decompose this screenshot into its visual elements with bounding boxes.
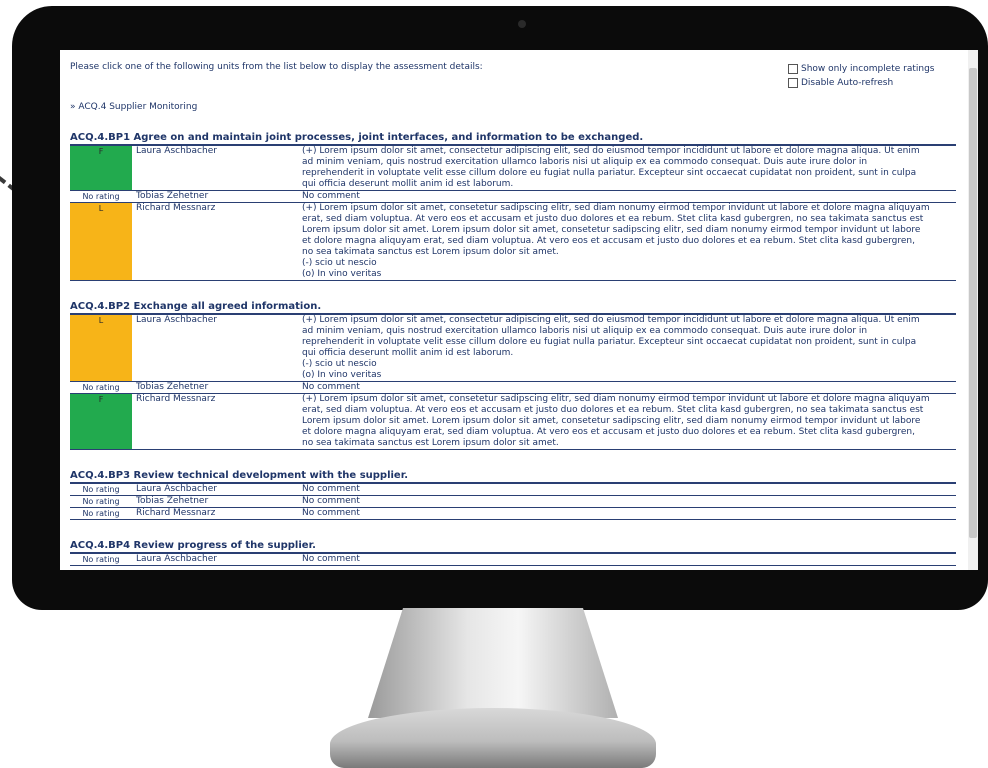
rating-badge: F — [70, 394, 132, 449]
assessor-name: Richard Messnarz — [136, 394, 216, 404]
assessor-name: Tobias Zehetner — [136, 382, 209, 392]
scrollbar[interactable] — [968, 50, 978, 570]
comment-line: No comment — [302, 191, 360, 201]
practice-section: ACQ.4.BP3 Review technical development w… — [70, 470, 956, 520]
camera-icon — [518, 20, 526, 28]
rating-badge: L — [70, 203, 132, 280]
breadcrumb: » ACQ.4 Supplier Monitoring — [70, 102, 197, 113]
rating-row: No rating Tobias Zehetner No comment — [70, 496, 956, 508]
checkbox-icon[interactable] — [788, 78, 798, 88]
comment-line: No comment — [302, 554, 360, 564]
comment-line: (+) Lorem ipsum dolor sit amet, consecte… — [302, 146, 920, 156]
practice-section: ACQ.4.BP4 Review progress of the supplie… — [70, 540, 956, 566]
comment-line: No comment — [302, 382, 360, 392]
sections: ACQ.4.BP1 Agree on and maintain joint pr… — [70, 132, 956, 570]
assessor-name: Laura Aschbacher — [136, 484, 217, 494]
comment-line: et dolore magna aliquyam erat, sed diam … — [302, 236, 915, 246]
assessment-page: Please click one of the following units … — [70, 50, 956, 570]
comment-line: erat, sed diam voluptua. At vero eos et … — [302, 214, 924, 224]
practice-title[interactable]: ACQ.4.BP2 Exchange all agreed informatio… — [70, 301, 956, 315]
assessor-name: Laura Aschbacher — [136, 554, 217, 564]
checkbox-icon[interactable] — [788, 64, 798, 74]
breadcrumb-chevron-icon: » — [70, 102, 76, 112]
assessment-comment: No comment — [302, 496, 956, 507]
option-incomplete[interactable]: Show only incomplete ratings — [788, 62, 935, 76]
option-label: Disable Auto-refresh — [801, 77, 894, 88]
rating-badge: No rating — [70, 191, 132, 202]
rating-row: No rating Tobias Zehetner No comment — [70, 191, 956, 203]
practice-title[interactable]: ACQ.4.BP1 Agree on and maintain joint pr… — [70, 132, 956, 146]
assessment-comment: (+) Lorem ipsum dolor sit amet, consetet… — [302, 394, 956, 449]
comment-line: Lorem ipsum dolor sit amet. Lorem ipsum … — [302, 225, 921, 235]
assessor-name: Tobias Zehetner — [136, 496, 209, 506]
practice-section: ACQ.4.BP2 Exchange all agreed informatio… — [70, 301, 956, 450]
comment-line: no sea takimata sanctus est Lorem ipsum … — [302, 438, 559, 448]
rating-row: L Laura Aschbacher (+) Lorem ipsum dolor s… — [70, 315, 956, 382]
practice-section: ACQ.4.BP1 Agree on and maintain joint pr… — [70, 132, 956, 281]
comment-line: (-) scio ut nescio — [302, 258, 377, 268]
rating-row: L Richard Messnarz (+) Lorem ipsum dolor s… — [70, 203, 956, 281]
assessment-comment: No comment — [302, 508, 956, 519]
rating-row: No rating Tobias Zehetner No comment — [70, 382, 956, 394]
rating-row: No rating Richard Messnarz No comment — [70, 508, 956, 520]
comment-line: (+) Lorem ipsum dolor sit amet, consetet… — [302, 203, 930, 213]
intro-text: Please click one of the following units … — [70, 62, 483, 72]
filter-options: Show only incomplete ratings Disable Aut… — [788, 62, 935, 90]
option-label: Show only incomplete ratings — [801, 63, 935, 74]
breadcrumb-link[interactable]: ACQ.4 Supplier Monitoring — [78, 102, 197, 112]
rating-badge: L — [70, 315, 132, 381]
practice-title[interactable]: ACQ.4.BP4 Review progress of the supplie… — [70, 540, 956, 554]
monitor-frame: Please click one of the following units … — [12, 6, 988, 610]
screen: Please click one of the following units … — [60, 50, 978, 570]
comment-line: erat, sed diam voluptua. At vero eos et … — [302, 405, 924, 415]
comment-line: ad minim veniam, quis nostrud exercitati… — [302, 157, 868, 167]
assessment-comment: (+) Lorem ipsum dolor sit amet, consecte… — [302, 146, 956, 190]
assessment-comment: No comment — [302, 484, 956, 495]
comment-line: reprehenderit in voluptate velit esse ci… — [302, 168, 917, 178]
rating-badge: No rating — [70, 508, 132, 519]
assessment-comment: No comment — [302, 382, 956, 393]
rating-badge: No rating — [70, 484, 132, 495]
comment-line: (o) In vino veritas — [302, 370, 382, 380]
assessment-comment: No comment — [302, 554, 956, 565]
assessor-name: Richard Messnarz — [136, 508, 216, 518]
rating-badge: No rating — [70, 554, 132, 565]
comment-line: qui officia deserunt mollit anim id est … — [302, 179, 514, 189]
comment-line: No comment — [302, 496, 360, 506]
monitor-stand-neck — [368, 608, 618, 718]
rating-row: No rating Laura Aschbacher No comment — [70, 554, 956, 566]
scroll-thumb[interactable] — [969, 68, 977, 538]
comment-line: no sea takimata sanctus est Lorem ipsum … — [302, 247, 559, 257]
rating-badge: F — [70, 146, 132, 190]
comment-line: qui officia deserunt mollit anim id est … — [302, 348, 514, 358]
comment-line: (+) Lorem ipsum dolor sit amet, consecte… — [302, 315, 920, 325]
assessor-name: Laura Aschbacher — [136, 146, 217, 156]
comment-line: (-) scio ut nescio — [302, 359, 377, 369]
rating-row: No rating Laura Aschbacher No comment — [70, 484, 956, 496]
rating-row: F Richard Messnarz (+) Lorem ipsum dolor s… — [70, 394, 956, 450]
option-autorefresh[interactable]: Disable Auto-refresh — [788, 76, 935, 90]
assessor-name: Richard Messnarz — [136, 203, 216, 213]
comment-line: reprehenderit in voluptate velit esse ci… — [302, 337, 917, 347]
comment-line: (+) Lorem ipsum dolor sit amet, consetet… — [302, 394, 930, 404]
assessment-comment: No comment — [302, 191, 956, 202]
rating-badge: No rating — [70, 382, 132, 393]
rating-badge: No rating — [70, 496, 132, 507]
assessment-comment: (+) Lorem ipsum dolor sit amet, consetet… — [302, 203, 956, 280]
comment-line: ad minim veniam, quis nostrud exercitati… — [302, 326, 868, 336]
assessor-name: Laura Aschbacher — [136, 315, 217, 325]
comment-line: No comment — [302, 508, 360, 518]
assessor-name: Tobias Zehetner — [136, 191, 209, 201]
comment-line: No comment — [302, 484, 360, 494]
practice-title[interactable]: ACQ.4.BP3 Review technical development w… — [70, 470, 956, 484]
comment-line: Lorem ipsum dolor sit amet. Lorem ipsum … — [302, 416, 921, 426]
rating-row: F Laura Aschbacher (+) Lorem ipsum dolor s… — [70, 146, 956, 191]
comment-line: (o) In vino veritas — [302, 269, 382, 279]
assessment-comment: (+) Lorem ipsum dolor sit amet, consecte… — [302, 315, 956, 381]
comment-line: et dolore magna aliquyam erat, sed diam … — [302, 427, 915, 437]
